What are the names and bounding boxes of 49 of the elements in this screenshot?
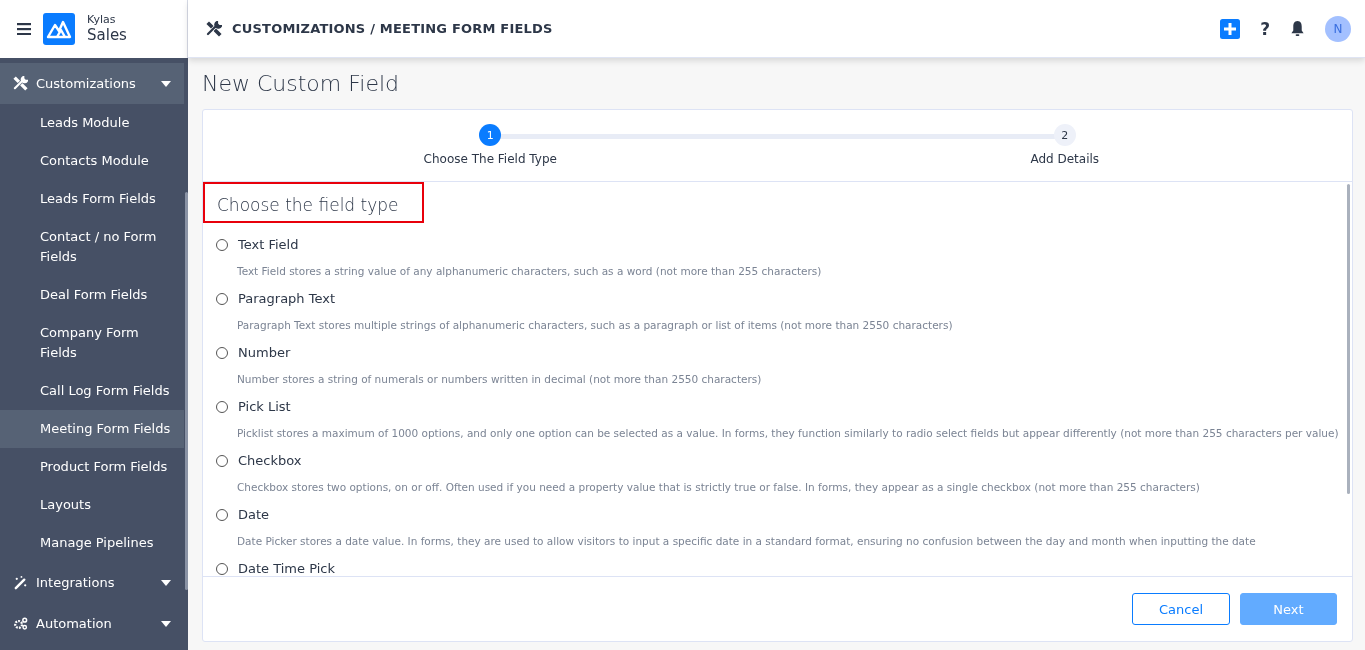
sidebar-item[interactable]: Leads Form Fields [0, 180, 184, 218]
help-icon[interactable]: ? [1260, 18, 1270, 39]
caret-icon [161, 620, 171, 627]
wand-icon [13, 575, 28, 590]
sidebar-section[interactable]: Automation [0, 603, 184, 644]
brand-product: Sales [87, 26, 127, 44]
option-label[interactable]: Date [238, 507, 270, 522]
section-title: Choose the field type [203, 182, 424, 223]
sidebar-item[interactable]: Company Form Fields [0, 314, 184, 372]
option-description: Checkbox stores two options, on or off. Often used if you need a property value that is strictly true or false. In forms, they appear as a single checkbox (not more than 255 characters) [237, 481, 1201, 493]
option-label[interactable]: Pick List [238, 399, 291, 414]
caret-icon [161, 80, 171, 87]
step-label: Choose The Field Type [423, 152, 557, 166]
sidebar-section[interactable]: Integrations [0, 562, 184, 603]
option-description: Picklist stores a maximum of 1000 options, and only one option can be selected as a value. In forms, they function similarly to radio select fields but appear differently (not more than 255 characters per value) [237, 427, 1340, 439]
option-label[interactable]: Text Field [238, 237, 299, 252]
option-description: Date Picker stores a date value. In forms, they are used to allow visitors to input a specific date in a standard format, ensuring no confusion between the day and month when inputting the date [237, 535, 1257, 547]
menu-icon[interactable] [17, 23, 31, 35]
option-description: Paragraph Text stores multiple strings of alphanumeric characters, such as a paragraph or list of items (not more than 2550 characters) [237, 319, 954, 331]
sidebar-item[interactable]: Contact / no Form Fields [0, 218, 184, 276]
sidebar-item[interactable]: Layouts [0, 486, 184, 524]
bell-icon[interactable] [1290, 20, 1305, 37]
logo-icon [43, 13, 75, 45]
gears-icon [13, 616, 28, 631]
step-number: 2 [1053, 124, 1076, 146]
sidebar-item[interactable]: Meeting Form Fields [0, 410, 184, 448]
page-title: New Custom Field [202, 70, 401, 98]
sidebar-item[interactable]: Leads Module [0, 104, 184, 142]
option-label[interactable]: Checkbox [238, 453, 302, 468]
option-label[interactable]: Paragraph Text [238, 291, 335, 306]
tools-icon [13, 76, 28, 91]
option-label[interactable]: Date Time Pick [238, 561, 335, 576]
step-number: 1 [479, 124, 502, 146]
plus-icon[interactable] [1220, 18, 1241, 39]
tools-icon [206, 20, 222, 37]
sidebar-item[interactable]: Manage Pipelines [0, 524, 184, 562]
brand-name: Kylas [87, 14, 117, 27]
breadcrumb: CUSTOMIZATIONS / MEETING FORM FIELDS [232, 21, 553, 36]
sidebar-item[interactable]: Contacts Module [0, 142, 184, 180]
sidebar-item[interactable]: Call Log Form Fields [0, 372, 184, 410]
option-description: Text Field stores a string value of any alphanumeric characters, such as a word (not more than 255 characters) [237, 265, 823, 277]
sidebar-item[interactable]: Product Form Fields [0, 448, 184, 486]
cancel-button[interactable]: Cancel [1132, 593, 1230, 625]
sidebar-section[interactable]: Customizations [0, 63, 184, 104]
caret-icon [161, 579, 171, 586]
option-label[interactable]: Number [238, 345, 291, 360]
step-label: Add Details [1030, 152, 1100, 166]
option-description: Number stores a string of numerals or numbers written in decimal (not more than 2550 characters) [237, 373, 763, 385]
sidebar-item[interactable]: Deal Form Fields [0, 276, 184, 314]
